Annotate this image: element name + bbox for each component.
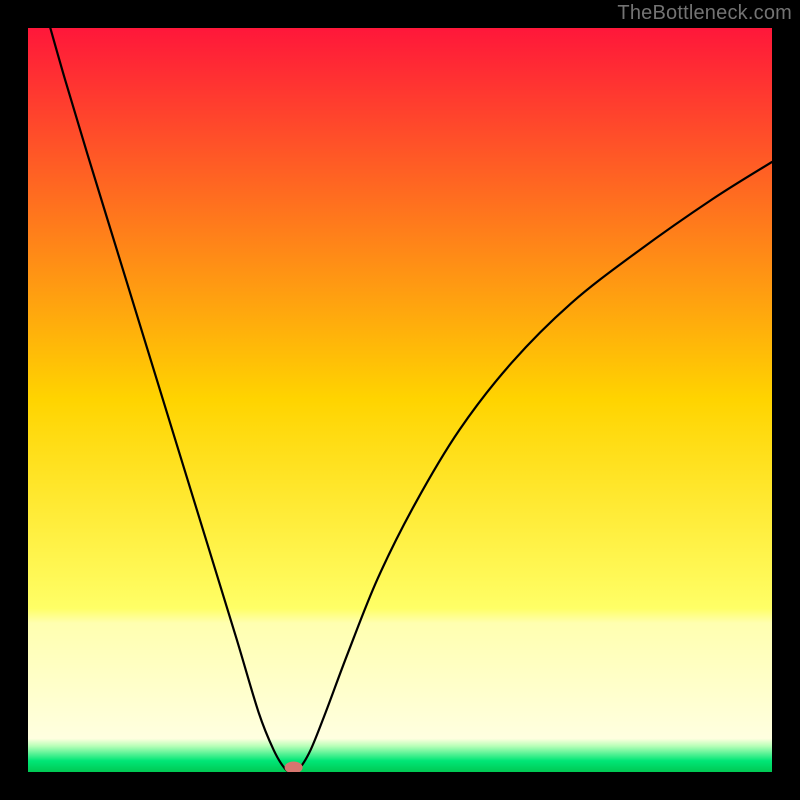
watermark-text: TheBottleneck.com <box>617 2 792 25</box>
bottleneck-chart <box>28 28 772 772</box>
chart-background <box>28 28 772 772</box>
chart-frame <box>28 28 772 772</box>
